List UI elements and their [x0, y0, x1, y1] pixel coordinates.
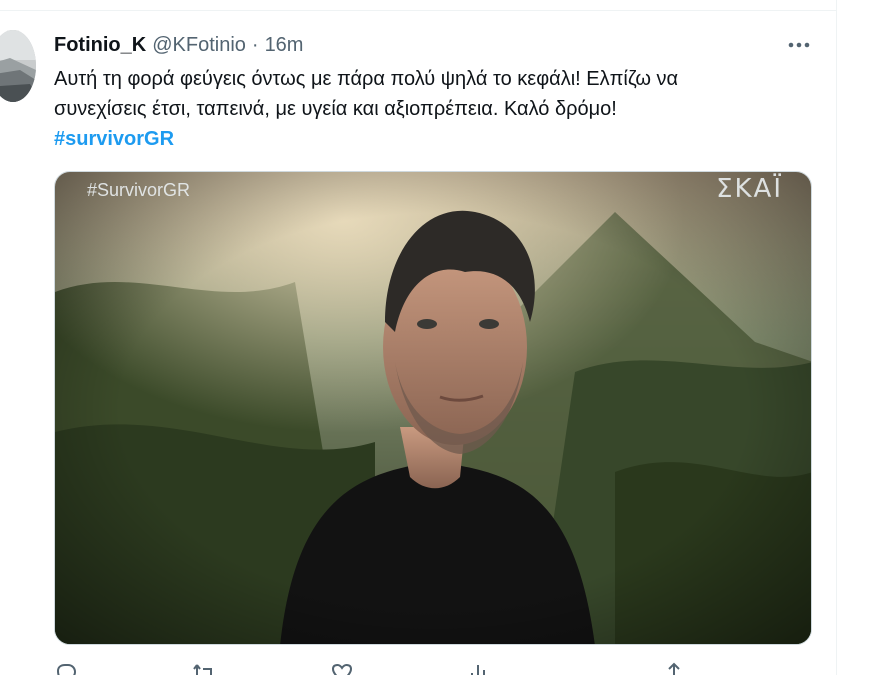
tweet-page: Fotinio_K @KFotinio · 16m Αυτή τη φορά φ…	[0, 0, 869, 675]
user-handle[interactable]: @KFotinio	[152, 34, 246, 57]
more-options-button[interactable]	[784, 32, 814, 58]
tweet-text-line: συνεχίσεις έτσι, ταπεινά, με υγεία και α…	[54, 98, 617, 120]
top-divider	[0, 10, 836, 11]
more-horizontal-icon	[788, 42, 810, 48]
tweet-text-line: Αυτή τη φορά φεύγεις όντως με πάρα πολύ …	[54, 68, 679, 90]
like-button[interactable]	[330, 661, 368, 675]
avatar[interactable]	[0, 30, 36, 102]
media-hashtag-watermark: #SurvivorGR	[87, 180, 191, 200]
reply-icon	[56, 664, 77, 675]
tweet-header: Fotinio_K @KFotinio · 16m	[54, 32, 303, 58]
share-button[interactable]	[662, 661, 686, 675]
hashtag-link[interactable]: #survivorGR	[54, 128, 174, 150]
retweet-icon	[193, 664, 212, 675]
like-icon	[331, 663, 353, 675]
separator-dot: ·	[251, 33, 259, 56]
share-icon	[665, 662, 683, 675]
action-bar	[54, 661, 754, 675]
display-name[interactable]: Fotinio_K	[54, 34, 146, 57]
views-icon	[471, 665, 485, 675]
timeline-border	[836, 0, 837, 675]
timestamp[interactable]: 16m	[265, 34, 304, 57]
tweet-media-image[interactable]: #SurvivorGR ΣΚΑΪ	[54, 171, 812, 645]
reply-button[interactable]	[54, 661, 92, 675]
views-button[interactable]	[468, 661, 506, 675]
retweet-button[interactable]	[192, 661, 230, 675]
channel-logo: ΣΚΑΪ	[716, 174, 783, 204]
tweet-text: Αυτή τη φορά φεύγεις όντως με πάρα πολύ …	[54, 64, 814, 154]
jungle-portrait-image	[55, 172, 811, 644]
